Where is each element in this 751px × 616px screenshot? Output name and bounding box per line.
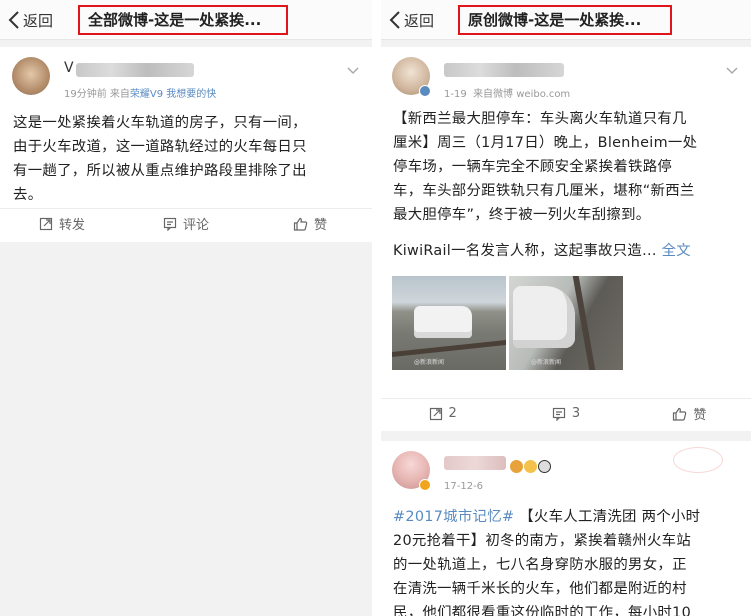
left-pane-all-weibo: 返回 全部微博-这是一处紧挨... V 19分钟前 来自荣耀V9 我想要的快 这…	[0, 0, 372, 616]
car-shape	[513, 286, 575, 348]
post-actions: 2 3 赞	[381, 398, 751, 428]
source-name[interactable]: 荣耀V9 我想要的快	[130, 89, 216, 100]
image-watermark: @新浪新闻	[414, 359, 445, 366]
post-text-line: 车，车头部分距铁轨只有几厘米，堪称“新西兰	[393, 183, 695, 199]
repost-icon	[39, 217, 53, 230]
post-date: 17-12-6	[444, 481, 484, 492]
source-name[interactable]: 微博 weibo.com	[493, 89, 570, 100]
right-pane-original-weibo: 返回 原创微博-这是一处紧挨... 1-19 来自微博 weibo.com 【新…	[381, 0, 751, 616]
thumbs-up-icon	[293, 217, 308, 231]
avatar[interactable]	[12, 57, 50, 95]
post-text-line: 20元抢着干】初冬的南方，紧挨着赣州火车站	[393, 533, 692, 549]
username-initial[interactable]: V	[64, 60, 74, 76]
back-label: 返回	[404, 11, 435, 30]
weibo-post: 17-12-6 #2017城市记忆# 【火车人工清洗团 两个小时 20元抢着干】…	[381, 441, 751, 616]
back-button[interactable]: 返回	[389, 8, 434, 32]
rail-shape	[572, 276, 596, 370]
verified-badge-icon	[419, 479, 431, 491]
post-actions: 转发 评论 赞	[0, 208, 372, 238]
username-blurred[interactable]	[444, 63, 564, 77]
comment-count: 3	[571, 406, 581, 421]
post-text-line: 在清洗一辆千米长的火车，他们都是附近的村	[393, 581, 687, 597]
comment-button[interactable]: 3	[504, 399, 627, 428]
comment-icon	[163, 217, 177, 231]
repost-icon	[429, 407, 442, 420]
post-text-line: 停车场，一辆车完全不顾安全紧挨着铁路停	[393, 159, 673, 175]
emoji-icon	[510, 460, 523, 473]
like-button[interactable]: 赞	[248, 209, 372, 238]
post-text-line: 这是一处紧挨着火车轨道的房子，只有一间，	[13, 115, 307, 131]
post-text-line: KiwiRail一名发言人称，这起事故只造... 全文	[393, 239, 745, 263]
username-blurred[interactable]	[444, 456, 506, 470]
post-text-line: 由于火车改道，这一道路轨经过的火车每日只	[13, 139, 307, 155]
chevron-left-icon	[389, 11, 400, 29]
emoji-icon	[524, 460, 537, 473]
rail-shape	[392, 340, 506, 357]
like-label: 赞	[313, 218, 327, 233]
chevron-left-icon	[8, 11, 19, 29]
weibo-post: V 19分钟前 来自荣耀V9 我想要的快 这是一处紧挨着火车轨道的房子，只有一间…	[0, 47, 372, 242]
post-time: 19分钟前	[64, 89, 107, 100]
post-image-1[interactable]: @新浪新闻	[392, 276, 506, 370]
post-text: #2017城市记忆# 【火车人工清洗团 两个小时 20元抢着干】初冬的南方，紧挨…	[393, 505, 747, 616]
post-image-2[interactable]: @新浪新闻	[509, 276, 623, 370]
truncated-text: KiwiRail一名发言人称，这起事故只造...	[393, 243, 657, 259]
page-title: 全部微博-这是一处紧挨...	[78, 5, 288, 35]
comment-icon	[552, 407, 565, 421]
verified-badge-icon	[419, 85, 431, 97]
screenshot-composite: 返回 全部微博-这是一处紧挨... V 19分钟前 来自荣耀V9 我想要的快 这…	[0, 0, 751, 616]
thumbs-up-icon	[673, 407, 687, 421]
post-text-line: 【新西兰最大胆停车：车头离火车轨道只有几	[393, 111, 687, 127]
username-emoji-group	[509, 456, 551, 475]
weibo-post: 1-19 来自微博 weibo.com 【新西兰最大胆停车：车头离火车轨道只有几…	[381, 47, 751, 431]
username-blurred[interactable]	[76, 63, 194, 77]
comment-button[interactable]: 评论	[124, 209, 248, 238]
chevron-down-icon[interactable]	[725, 63, 739, 77]
stamp-decoration	[673, 447, 723, 473]
post-text-line: #2017城市记忆# 【火车人工清洗团 两个小时	[393, 505, 747, 529]
post-text-fragment: 【火车人工清洗团 两个小时	[519, 509, 701, 525]
post-meta: 1-19 来自微博 weibo.com	[444, 85, 570, 100]
back-button[interactable]: 返回	[8, 8, 53, 32]
pane-divider	[372, 0, 381, 616]
repost-button[interactable]: 转发	[0, 209, 124, 238]
chevron-down-icon[interactable]	[346, 63, 360, 77]
post-text: 【新西兰最大胆停车：车头离火车轨道只有几 厘米】周三（1月17日）晚上，Blen…	[393, 107, 745, 263]
post-text-line: 最大胆停车”，终于被一列火车刮擦到。	[393, 207, 651, 223]
full-text-link[interactable]: 全文	[662, 243, 691, 259]
post-text-line: 民，他们都很看重这份临时的工作，每小时10	[393, 605, 692, 616]
nav-bar: 返回 原创微博-这是一处紧挨...	[381, 0, 751, 40]
comment-label: 评论	[182, 218, 209, 233]
back-label: 返回	[23, 11, 54, 30]
hashtag-link[interactable]: #2017城市记忆#	[393, 509, 514, 525]
repost-count: 2	[448, 406, 457, 421]
repost-label: 转发	[58, 218, 85, 233]
post-meta: 19分钟前 来自荣耀V9 我想要的快	[64, 85, 216, 100]
page-title: 原创微博-这是一处紧挨...	[458, 5, 672, 35]
nav-bar: 返回 全部微博-这是一处紧挨...	[0, 0, 372, 40]
source-prefix: 来自	[109, 89, 130, 100]
like-button[interactable]: 赞	[628, 399, 751, 428]
panda-emoji-icon	[538, 460, 551, 473]
post-text-line: 去。	[13, 187, 43, 203]
repost-button[interactable]: 2	[381, 399, 504, 428]
car-shape	[414, 306, 472, 338]
post-text-line: 有一趟了，所以被从重点维护路段里排除了出	[13, 163, 307, 179]
image-watermark: @新浪新闻	[531, 359, 562, 366]
post-text-line: 的一处轨道上，七八名身穿防水服的男女，正	[393, 557, 687, 573]
source-prefix: 来自	[473, 89, 494, 100]
like-label: 赞	[693, 408, 707, 423]
post-date: 1-19	[444, 89, 467, 100]
post-text-line: 厘米】周三（1月17日）晚上，Blenheim一处	[393, 135, 698, 151]
post-text: 这是一处紧挨着火车轨道的房子，只有一间， 由于火车改道，这一道路轨经过的火车每日…	[13, 111, 363, 207]
